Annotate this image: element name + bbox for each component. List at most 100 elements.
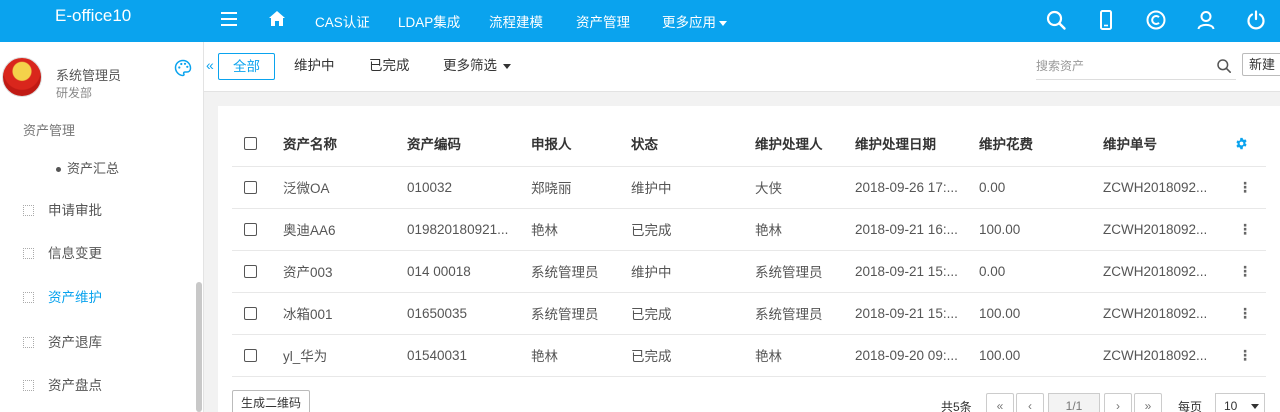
sidebar-item-asset-return[interactable]: 资产退库	[23, 331, 102, 351]
chevron-down-icon	[503, 63, 511, 69]
filter-in-maintenance[interactable]: 维护中	[280, 53, 349, 80]
cell-asset-code: 01540031	[407, 334, 531, 377]
chevron-down-icon	[719, 20, 727, 26]
filter-more-label: 更多筛选	[443, 58, 497, 73]
row-checkbox[interactable]	[244, 349, 257, 363]
cell-order-no: ZCWH2018092...	[1103, 166, 1227, 209]
first-page-button[interactable]: «	[986, 393, 1014, 412]
column-header[interactable]: 资产编码	[407, 120, 531, 167]
more-vertical-icon[interactable]: ⋮	[1238, 347, 1252, 363]
cell-cost: 100.00	[979, 292, 1103, 335]
sidebar-item-approval[interactable]: 申请审批	[23, 199, 102, 219]
row-checkbox[interactable]	[244, 181, 257, 195]
cell-order-no: ZCWH2018092...	[1103, 334, 1227, 377]
chevron-left-icon: ‹	[1028, 399, 1032, 412]
bullet-icon	[56, 167, 61, 173]
filter-more[interactable]: 更多筛选	[429, 53, 525, 80]
cell-reporter: 系统管理员	[531, 250, 631, 293]
cell-asset-code: 01650035	[407, 292, 531, 335]
nav-asset-management[interactable]: 资产管理	[576, 11, 630, 31]
cell-reporter: 系统管理员	[531, 292, 631, 335]
table-row[interactable]: 资产003 014 00018 系统管理员 维护中 系统管理员 2018-09-…	[232, 250, 1266, 293]
cell-handler: 系统管理员	[755, 250, 855, 293]
page-input[interactable]: 1/1	[1048, 393, 1100, 412]
filter-all[interactable]: 全部	[218, 53, 275, 80]
search-box	[1036, 54, 1236, 80]
row-checkbox[interactable]	[244, 265, 257, 279]
cell-asset-code: 014 00018	[407, 250, 531, 293]
grid-icon	[23, 248, 34, 259]
column-header[interactable]: 申报人	[531, 120, 631, 167]
column-header[interactable]: 状态	[631, 120, 755, 167]
row-checkbox[interactable]	[244, 223, 257, 237]
more-vertical-icon[interactable]: ⋮	[1238, 305, 1252, 321]
cell-asset-name: 资产003	[283, 250, 407, 293]
more-vertical-icon[interactable]: ⋮	[1238, 221, 1252, 237]
palette-icon[interactable]	[174, 59, 192, 77]
table-row[interactable]: 奥迪AA6 019820180921... 艳林 已完成 艳林 2018-09-…	[232, 208, 1266, 251]
generate-qrcode-button[interactable]: 生成二维码	[232, 390, 311, 412]
cell-cost: 100.00	[979, 208, 1103, 251]
column-header[interactable]: 维护处理人	[755, 120, 855, 167]
table-row[interactable]: yl_华为 01540031 艳林 已完成 艳林 2018-09-20 09:.…	[232, 334, 1266, 377]
last-page-button[interactable]: »	[1134, 393, 1162, 412]
chevron-down-icon	[1251, 404, 1260, 410]
cell-order-no: ZCWH2018092...	[1103, 292, 1227, 335]
sidebar-item-label: 申请审批	[48, 203, 102, 218]
avatar[interactable]	[2, 57, 42, 97]
cell-date: 2018-09-21 16:...	[855, 208, 979, 251]
row-checkbox[interactable]	[244, 307, 257, 321]
next-page-button[interactable]: ›	[1104, 393, 1132, 412]
nav-cas[interactable]: CAS认证	[315, 11, 370, 31]
cell-asset-name: 冰箱001	[283, 292, 407, 335]
sidebar-group-asset-management[interactable]: 资产管理	[23, 120, 75, 139]
nav-ldap[interactable]: LDAP集成	[398, 11, 460, 31]
cell-status: 维护中	[631, 250, 755, 293]
double-chevron-left-icon: «	[996, 399, 1004, 412]
table-row[interactable]: 泛微OA 010032 郑晓丽 维护中 大侠 2018-09-26 17:...…	[232, 166, 1266, 209]
search-icon[interactable]	[1045, 9, 1067, 31]
mobile-icon[interactable]	[1095, 9, 1117, 31]
cell-date: 2018-09-26 17:...	[855, 166, 979, 209]
more-vertical-icon[interactable]: ⋮	[1238, 179, 1252, 195]
column-header[interactable]: 维护单号	[1103, 120, 1227, 167]
copyright-icon[interactable]	[1145, 9, 1167, 31]
user-name: 系统管理员	[56, 68, 122, 83]
more-vertical-icon[interactable]: ⋮	[1238, 263, 1252, 279]
sidebar: 系统管理员 研发部 资产管理 资产汇总 申请审批 信息变更 资产维护 资产退库 …	[0, 42, 204, 412]
sidebar-scrollbar[interactable]	[196, 282, 202, 412]
filter-completed[interactable]: 已完成	[355, 53, 424, 80]
chevron-right-icon: ›	[1116, 399, 1120, 412]
search-input[interactable]	[1036, 54, 1206, 78]
cell-handler: 艳林	[755, 208, 855, 251]
table-row[interactable]: 冰箱001 01650035 系统管理员 已完成 系统管理员 2018-09-2…	[232, 292, 1266, 335]
cell-reporter: 艳林	[531, 208, 631, 251]
sidebar-item-label: 资产维护	[48, 290, 102, 305]
gear-icon[interactable]	[1235, 137, 1248, 150]
asset-table: 资产名称 资产编码 申报人 状态 维护处理人 维护处理日期 维护花费 维护单号 …	[232, 120, 1266, 377]
collapse-sidebar-icon[interactable]: «	[206, 57, 214, 73]
prev-page-button[interactable]: ‹	[1016, 393, 1044, 412]
user-icon[interactable]	[1195, 9, 1217, 31]
column-header[interactable]: 维护处理日期	[855, 120, 979, 167]
select-all-checkbox[interactable]	[244, 137, 257, 151]
cell-handler: 大侠	[755, 166, 855, 209]
page-size-select[interactable]: 10	[1215, 393, 1265, 412]
top-navbar: E-office10 CAS认证 LDAP集成 流程建模 资产管理 更多应用	[0, 0, 1280, 42]
home-icon[interactable]	[268, 10, 286, 27]
sidebar-item-info-change[interactable]: 信息变更	[23, 242, 102, 262]
sidebar-item-asset-inventory[interactable]: 资产盘点	[23, 374, 102, 394]
new-button[interactable]: 新建	[1242, 53, 1280, 76]
nav-more-apps[interactable]: 更多应用	[662, 11, 727, 31]
cell-reporter: 艳林	[531, 334, 631, 377]
cell-reporter: 郑晓丽	[531, 166, 631, 209]
nav-workflow[interactable]: 流程建模	[489, 11, 543, 31]
sidebar-item-asset-summary[interactable]: 资产汇总	[56, 158, 119, 177]
power-icon[interactable]	[1245, 9, 1267, 31]
asset-maintenance-panel: 资产名称 资产编码 申报人 状态 维护处理人 维护处理日期 维护花费 维护单号 …	[218, 106, 1280, 412]
column-header[interactable]: 资产名称	[283, 120, 407, 167]
search-icon[interactable]	[1216, 58, 1232, 74]
sidebar-item-asset-maintenance[interactable]: 资产维护	[23, 286, 102, 306]
column-header[interactable]: 维护花费	[979, 120, 1103, 167]
menu-toggle-icon[interactable]	[221, 12, 237, 26]
